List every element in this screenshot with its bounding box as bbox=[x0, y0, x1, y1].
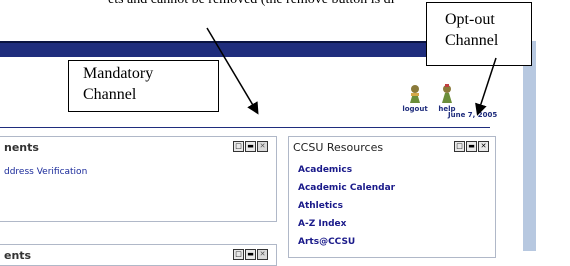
optout-arrow bbox=[475, 57, 497, 116]
mandatory-arrow bbox=[206, 27, 259, 115]
annotation-arrows bbox=[206, 27, 497, 116]
